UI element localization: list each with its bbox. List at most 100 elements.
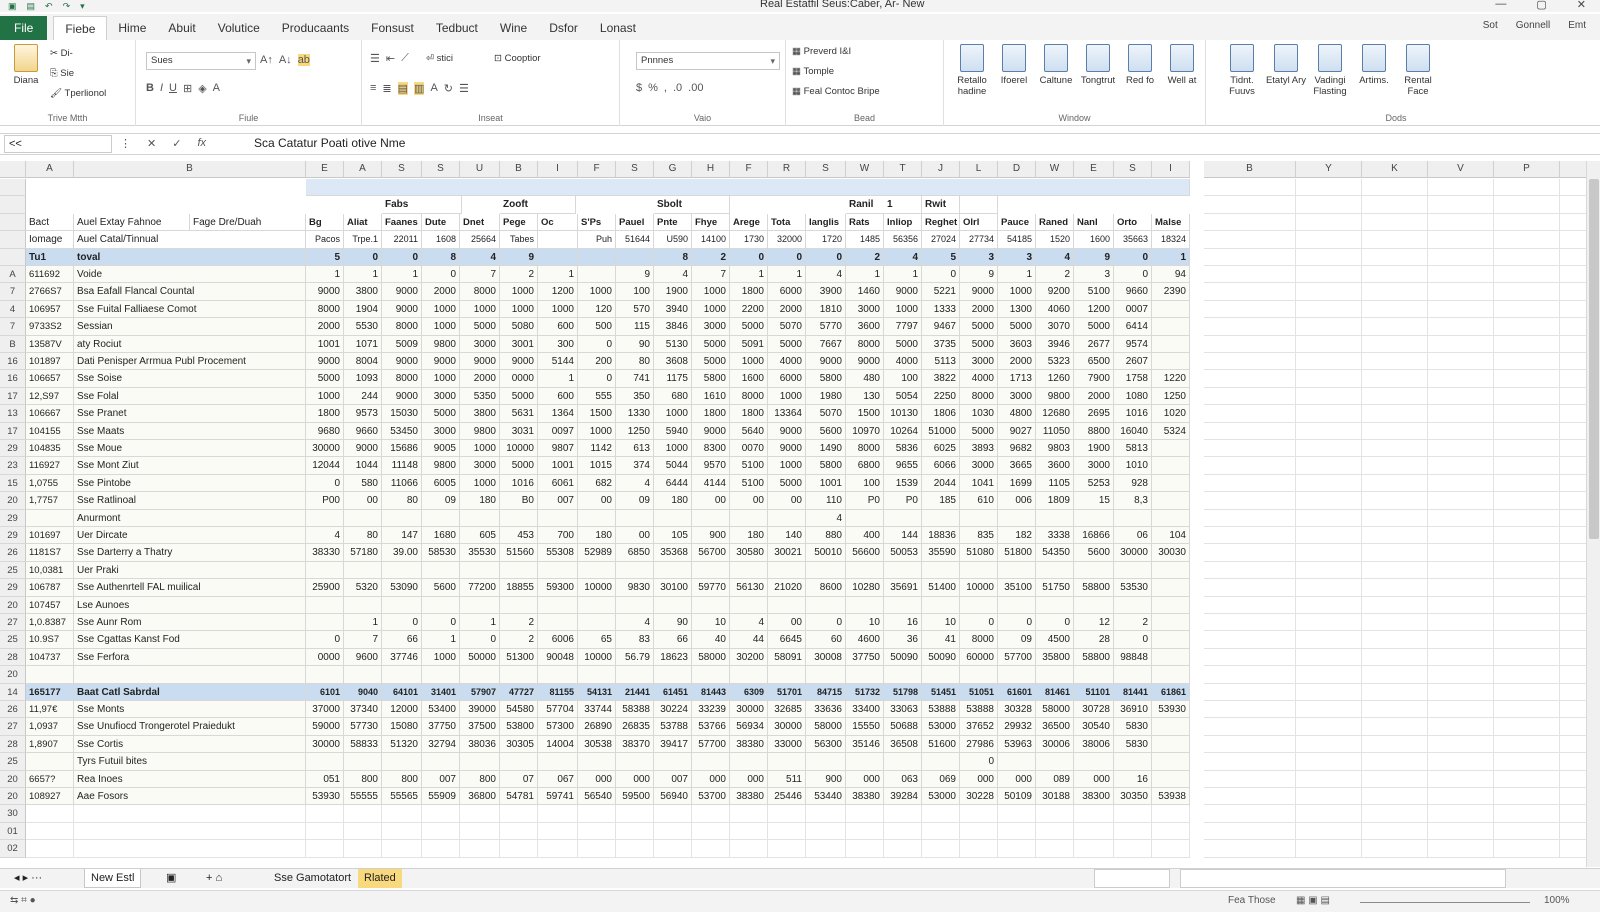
data-cell[interactable]: 5000 [730,318,768,336]
data-cell[interactable]: 36508 [884,735,922,754]
col-header[interactable]: I [538,161,578,178]
data-cell[interactable] [460,753,500,771]
data-cell[interactable] [1036,509,1074,527]
data-cell[interactable]: 9660 [1114,283,1152,301]
data-cell[interactable]: 2 [1036,266,1074,284]
data-cell[interactable]: 5044 [654,457,692,475]
data-cell[interactable]: 1071 [344,335,382,353]
data-cell[interactable]: 51600 [922,735,960,754]
data-cell[interactable]: 1809 [1036,492,1074,510]
data-cell[interactable]: 1200 [1074,300,1114,319]
row-code-cell[interactable]: 101697 [26,527,74,545]
data-cell[interactable]: 5000 [768,335,806,353]
row-code-cell[interactable] [26,509,74,527]
data-cell[interactable]: 5000 [306,370,344,388]
data-cell[interactable]: 051 [306,770,344,788]
subtotal-cell[interactable]: 6101 [306,683,344,701]
data-btn-0[interactable]: Tidnt. Fuuvs [1220,44,1264,97]
data-cell[interactable]: 7 [344,631,382,649]
col-header[interactable]: E [306,161,344,178]
row-header[interactable]: 28 [0,648,26,667]
data-cell[interactable]: 51750 [1036,579,1074,597]
data-cell[interactable]: 16040 [1114,422,1152,440]
data-cell[interactable]: 610 [960,492,998,510]
data-cell[interactable]: 9000 [692,422,730,440]
data-cell[interactable]: 94 [1152,266,1190,284]
empty-cell[interactable] [1296,718,1362,736]
data-btn-2[interactable]: Vadingi Flasting [1308,44,1352,97]
data-cell[interactable]: 1000 [692,283,730,301]
empty-cell[interactable] [1296,631,1362,649]
data-cell[interactable]: 57730 [344,718,382,736]
data-cell[interactable]: 3900 [806,283,846,301]
empty-cell[interactable] [1362,614,1428,632]
data-cell[interactable] [616,509,654,527]
data-cell[interactable]: 3800 [344,283,382,301]
data-cell[interactable]: 53700 [692,788,730,806]
row-code-cell[interactable]: 1,0.8387 [26,614,74,632]
row-label-cell[interactable]: Sse Moue [74,440,306,458]
data-cell[interactable]: 9 [960,266,998,284]
data-cell[interactable]: 30030 [1152,544,1190,562]
data-cell[interactable] [344,753,382,771]
row-header[interactable]: A [0,266,26,284]
empty-cell[interactable] [1204,370,1296,388]
data-cell[interactable]: 1080 [1114,387,1152,406]
empty-cell[interactable] [1296,579,1362,597]
data-cell[interactable] [884,753,922,771]
empty-cell[interactable] [1494,492,1560,510]
empty-cell[interactable] [654,840,692,858]
empty-cell[interactable] [1362,735,1428,754]
data-cell[interactable]: 58091 [768,648,806,667]
data-cell[interactable]: 0 [422,614,460,632]
data-cell[interactable]: 3000 [692,318,730,336]
data-cell[interactable]: 10280 [846,579,884,597]
empty-cell[interactable] [1494,648,1560,667]
empty-cell[interactable] [1362,248,1428,266]
fill-color-icon[interactable]: ◈ [198,82,206,95]
subtotal-cell[interactable]: 57907 [460,683,500,701]
data-cell[interactable] [1152,631,1190,649]
total-cell[interactable]: 8 [422,248,460,266]
data-cell[interactable]: 56700 [692,544,730,562]
data-cell[interactable]: 53930 [1152,701,1190,719]
empty-cell[interactable] [1362,474,1428,493]
number-format-combo[interactable]: Pnnnes [636,52,780,70]
empty-cell[interactable] [1036,822,1074,841]
data-cell[interactable]: 089 [1036,770,1074,788]
col-header[interactable]: P [1494,161,1560,178]
data-cell[interactable]: 59500 [616,788,654,806]
data-cell[interactable]: 1758 [1114,370,1152,388]
empty-cell[interactable] [1204,701,1296,719]
tab-4[interactable]: Volutice [207,16,271,40]
data-cell[interactable]: 8600 [806,579,846,597]
empty-cell[interactable] [1204,179,1296,197]
data-cell[interactable]: 3000 [422,387,460,406]
row-header[interactable] [0,179,26,197]
data-cell[interactable] [1036,561,1074,580]
total-cell[interactable]: 2 [692,248,730,266]
empty-cell[interactable] [578,822,616,841]
row-header[interactable]: 25 [0,561,26,580]
row-header[interactable]: 20 [0,596,26,614]
data-cell[interactable]: 30000 [1114,544,1152,562]
subtotal-cell[interactable]: 81441 [1114,683,1152,701]
empty-cell[interactable] [1428,544,1494,562]
data-cell[interactable]: 180 [578,527,616,545]
data-cell[interactable]: 1000 [422,318,460,336]
data-cell[interactable]: 38380 [730,735,768,754]
empty-cell[interactable] [1296,561,1362,580]
empty-cell[interactable] [1428,701,1494,719]
data-cell[interactable] [1152,596,1190,614]
data-cell[interactable]: 1015 [578,457,616,475]
data-cell[interactable]: 3000 [960,353,998,371]
empty-cell[interactable] [1204,770,1296,788]
data-cell[interactable]: 2000 [960,300,998,319]
row-code-cell[interactable]: 11,97€ [26,701,74,719]
data-cell[interactable]: 7797 [884,318,922,336]
data-cell[interactable]: 000 [998,770,1036,788]
row-header[interactable]: 14 [0,683,26,701]
data-cell[interactable]: 9573 [344,405,382,423]
row-code-cell[interactable]: 12,S97 [26,387,74,406]
total-cell[interactable] [616,248,654,266]
